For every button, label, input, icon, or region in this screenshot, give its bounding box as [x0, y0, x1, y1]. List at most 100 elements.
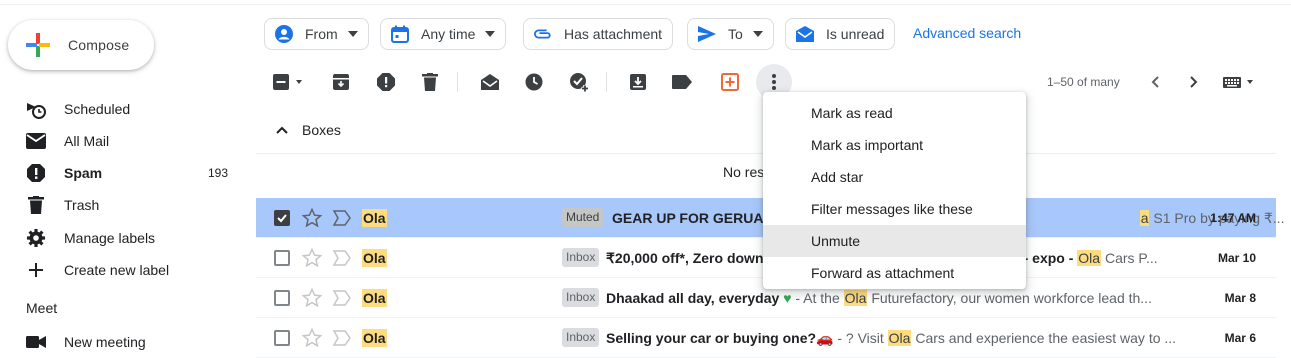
chevron-down-icon	[752, 31, 763, 37]
menu-item-unmute[interactable]: Unmute	[763, 225, 1026, 257]
snooze-clock-icon[interactable]	[522, 70, 546, 94]
archive-icon[interactable]	[329, 70, 353, 94]
label-icon[interactable]	[670, 70, 694, 94]
chip-label: From	[305, 26, 338, 42]
previous-page-icon[interactable]	[1143, 70, 1167, 94]
highlight: Ola	[887, 330, 912, 346]
label-tag[interactable]: Inbox	[562, 288, 600, 307]
subject: GEAR UP FOR GERUA O	[612, 210, 778, 226]
report-spam-icon[interactable]	[374, 70, 398, 94]
star-icon[interactable]	[302, 248, 322, 268]
sidebar-item-manage-labels[interactable]: Manage labels	[0, 222, 250, 254]
sidebar-item-create-label[interactable]: Create new label	[0, 254, 250, 286]
menu-item-mark-as-read[interactable]: Mark as read	[763, 97, 1026, 129]
menu-item-add-star[interactable]: Add star	[763, 161, 1026, 193]
section-title: Boxes	[302, 121, 341, 138]
add-to-tasks-icon[interactable]	[567, 70, 591, 94]
advanced-search-link[interactable]: Advanced search	[913, 25, 1021, 41]
sidebar-item-scheduled[interactable]: Scheduled	[0, 93, 250, 125]
sender-name: Ola	[362, 249, 387, 267]
row-date: Mar 6	[1224, 331, 1256, 345]
scheduled-icon	[26, 99, 46, 119]
toolbar-divider	[457, 72, 458, 92]
subject: Selling your car or buying one?🚗	[606, 330, 834, 346]
row-checkbox[interactable]	[274, 250, 290, 266]
sidebar-item-all-mail[interactable]: All Mail	[0, 125, 250, 157]
sidebar-item-spam[interactable]: Spam 193	[0, 157, 250, 189]
sidebar-item-label: Trash	[64, 197, 100, 213]
sidebar-item-label: Create new label	[64, 262, 170, 278]
star-icon[interactable]	[302, 328, 322, 348]
chevron-down-icon	[485, 31, 496, 37]
chevron-down-icon	[347, 31, 358, 37]
subject: ₹20,000 off*, Zero down	[606, 250, 764, 266]
calendar-icon	[391, 25, 409, 43]
row-date: Mar 10	[1217, 251, 1256, 265]
filter-chip-any-time[interactable]: Any time	[380, 18, 507, 50]
label-tag[interactable]: Inbox	[562, 328, 600, 347]
filter-chip-is-unread[interactable]: Is unread	[785, 18, 896, 50]
input-tools-keyboard-icon[interactable]	[1222, 70, 1256, 94]
snippet: Futurefactory, our women workforce lead …	[867, 290, 1152, 306]
snippet: Cars P...	[1101, 250, 1158, 266]
filter-chip-has-attachment[interactable]: Has attachment	[523, 18, 674, 50]
delete-icon[interactable]	[418, 70, 442, 94]
snippet: Cars and experience the easiest way to .…	[911, 330, 1177, 346]
sender-name: Ola	[362, 329, 387, 347]
plus-icon	[26, 260, 46, 280]
sidebar-item-trash[interactable]: Trash	[0, 189, 250, 221]
important-marker-icon[interactable]	[332, 329, 352, 347]
highlight: Ola	[1077, 250, 1102, 266]
video-camera-icon	[26, 332, 46, 352]
pagination-text: 1–50 of many	[1047, 75, 1120, 89]
row-checkbox[interactable]	[274, 330, 290, 346]
table-row[interactable]: Ola Inbox Selling your car or buying one…	[256, 318, 1276, 358]
sidebar-item-new-meeting[interactable]: New meeting	[0, 326, 250, 358]
sidebar-item-label: Scheduled	[64, 101, 131, 117]
row-checkbox[interactable]	[274, 210, 290, 226]
chevron-up-icon	[276, 126, 288, 134]
filter-chip-to[interactable]: To	[687, 18, 774, 50]
important-marker-icon[interactable]	[332, 289, 352, 307]
chip-label: Is unread	[826, 26, 885, 42]
highlight: a	[1139, 210, 1150, 226]
move-to-icon[interactable]	[626, 70, 650, 94]
menu-item-filter-messages[interactable]: Filter messages like these	[763, 193, 1026, 225]
important-marker-icon[interactable]	[332, 249, 352, 267]
sidebar-item-label: All Mail	[64, 133, 110, 149]
menu-item-forward-as-attachment[interactable]: Forward as attachment	[763, 257, 1026, 289]
select-all-checkbox[interactable]	[272, 70, 306, 94]
star-icon[interactable]	[302, 288, 322, 308]
next-page-icon[interactable]	[1182, 70, 1206, 94]
snippet-prefix: - At the	[791, 290, 844, 306]
mail-icon	[26, 131, 46, 151]
star-icon[interactable]	[302, 208, 322, 228]
message-summary: Dhaakad all day, everyday ♥ - At the Ola…	[606, 289, 1291, 307]
sidebar-item-label: Manage labels	[64, 230, 156, 246]
no-results-text: No res	[723, 164, 765, 180]
sidebar-item-label: Spam	[64, 165, 103, 181]
trash-icon	[26, 195, 46, 215]
gear-icon	[26, 228, 46, 248]
mark-read-icon[interactable]	[478, 70, 502, 94]
person-icon	[275, 25, 293, 43]
attachment-icon	[534, 25, 552, 43]
snippet-prefix: - ? Visit	[833, 330, 888, 346]
menu-item-mark-as-important[interactable]: Mark as important	[763, 129, 1026, 161]
compose-button[interactable]: Compose	[8, 20, 154, 70]
important-marker-icon[interactable]	[332, 209, 352, 227]
row-checkbox[interactable]	[274, 290, 290, 306]
filter-chip-from[interactable]: From	[264, 18, 369, 50]
chip-label: Any time	[421, 26, 476, 42]
label-tag[interactable]: Inbox	[562, 248, 600, 267]
spam-icon	[26, 163, 46, 183]
row-date: Mar 8	[1224, 291, 1256, 305]
label-tag[interactable]: Muted	[562, 208, 604, 227]
sidebar-item-label: New meeting	[64, 334, 146, 350]
vertical-dots-icon	[772, 74, 776, 90]
add-to-box-icon[interactable]	[718, 70, 742, 94]
row-date: 1:47 AM	[1210, 211, 1256, 225]
chip-label: To	[728, 26, 743, 42]
meet-section-title: Meet	[26, 300, 58, 316]
top-border	[0, 0, 1291, 5]
